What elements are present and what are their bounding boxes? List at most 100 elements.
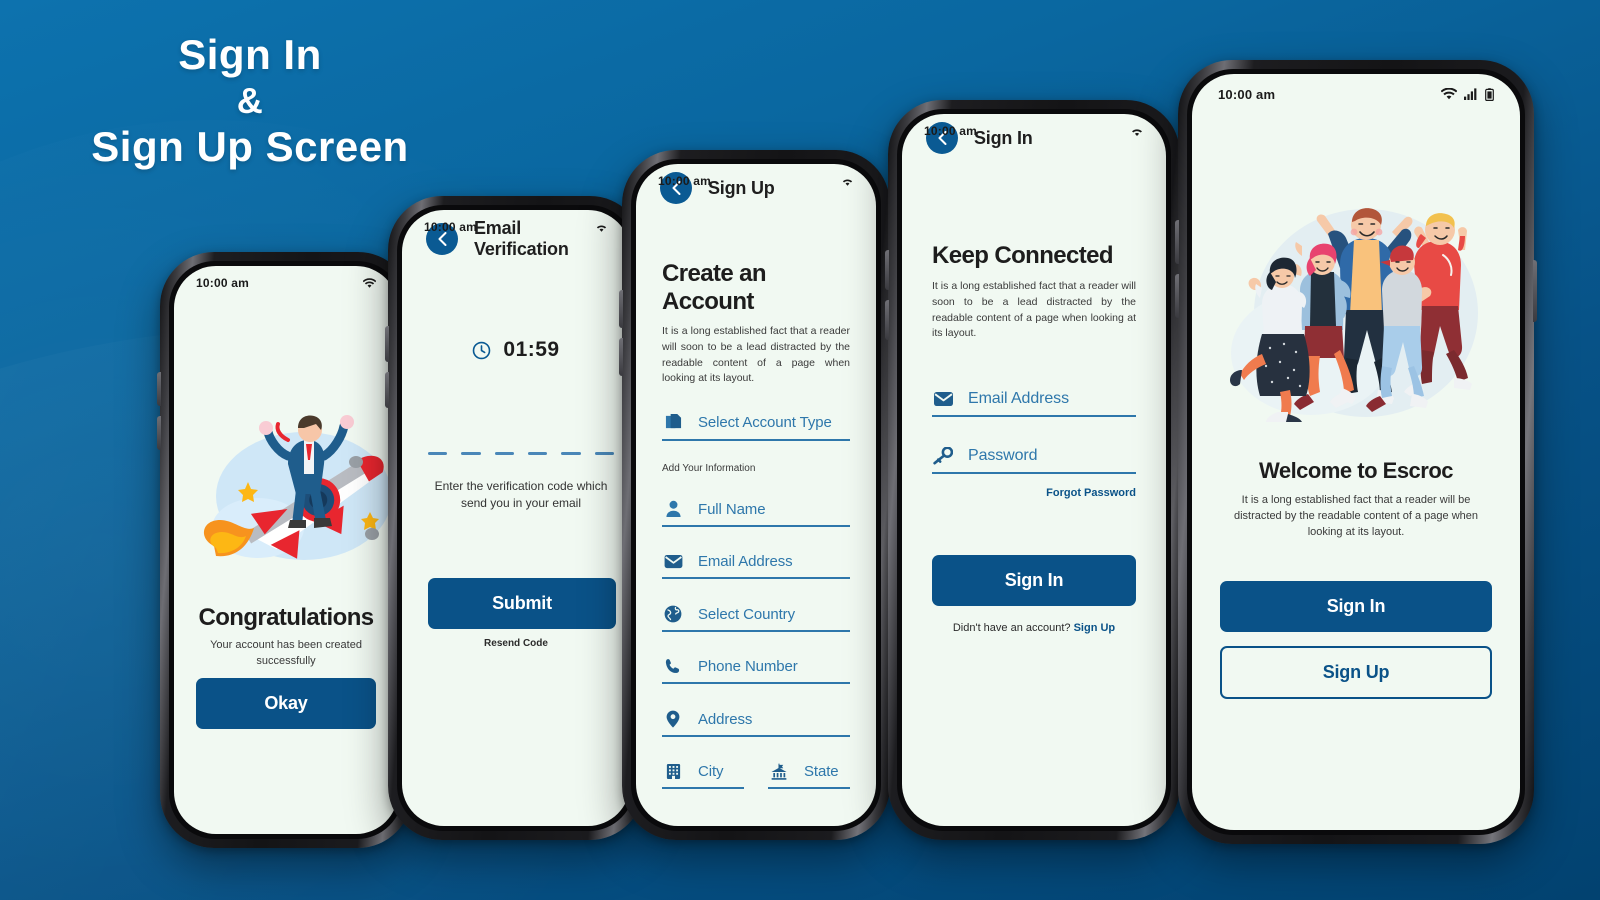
countdown-timer: 01:59 [402,338,630,362]
power-button[interactable] [1533,260,1537,322]
volume-down-button[interactable] [1175,274,1179,318]
screen-welcome: 10:00 am Welcome to Escroc It is a long … [1192,74,1520,830]
wifi-icon [842,179,853,186]
email-address-field[interactable]: Email Address [662,553,850,579]
otp-hint-text: Enter the verification code which send y… [434,479,608,511]
envelope-icon [662,554,684,569]
volume-down-button[interactable] [157,416,161,450]
password-field[interactable]: Password [932,447,1136,474]
phone-mockup-congratulations: 10:00 am Congratulations Your account ha… [157,252,412,848]
status-bar-time: 10:00 am [924,124,977,138]
key-icon [932,447,954,465]
volume-button[interactable] [157,372,161,406]
volume-down-button[interactable] [885,300,889,340]
wifi-icon [363,277,376,288]
document-icon [662,413,684,432]
welcome-sign-up-button[interactable]: Sign Up [1220,645,1492,699]
phone-icon [662,658,684,675]
status-bar-icons [1441,87,1494,101]
sign-in-button[interactable]: Sign In [932,555,1136,606]
phone-mockup-sign-up: 10:00 am Sign Up Create an Account It is… [619,150,890,840]
page-title-line-2: & [236,79,264,121]
status-bar-icons [595,222,608,233]
city-field[interactable]: City [662,763,744,789]
okay-button-wrapper: Okay [196,678,376,729]
rocket-illustration [203,415,392,560]
email-address-field[interactable]: Email Address [932,390,1136,417]
sign-up-link[interactable]: Sign Up [1074,622,1116,634]
status-bar: 10:00 am [902,114,1166,148]
okay-button[interactable]: Okay [196,678,376,729]
battery-icon [1485,87,1494,101]
otp-cell-3[interactable] [494,452,514,455]
address-field[interactable]: Address [662,710,850,737]
volume-button[interactable] [885,250,889,290]
select-account-type-field[interactable]: Select Account Type [662,413,850,441]
status-bar-time: 10:00 am [196,276,249,290]
phone-bezel: 10:00 am [169,261,403,839]
address-label: Address [698,710,753,728]
page-title: Sign In & Sign Up Screen [60,30,440,172]
email-address-label: Email Address [968,390,1069,407]
people-celebrating-illustration [1230,208,1478,422]
otp-cell-5[interactable] [561,452,581,455]
page-title-line-3: Sign Up Screen [91,123,409,171]
congratulations-title: Congratulations [198,604,375,631]
otp-cell-6[interactable] [594,452,614,455]
state-field[interactable]: State [768,763,850,789]
status-bar: 10:00 am [174,266,398,300]
status-bar-time: 10:00 am [1218,86,1276,102]
timer-value: 01:59 [503,338,560,361]
wifi-icon [1132,128,1142,136]
phone-number-field[interactable]: Phone Number [662,658,850,684]
volume-button[interactable] [619,290,623,328]
sign-in-heading: Keep Connected [932,242,1114,269]
screen-email-verification: 10:00 am Email Verification 01:59 Enter … [402,210,630,826]
phone-bezel: 10:00 am [1187,69,1525,835]
phone-mockup-email-verification: 10:00 am Email Verification 01:59 Enter … [385,196,644,840]
add-information-label: Add Your Information [662,463,756,474]
state-label: State [804,763,839,780]
clock-icon [473,341,491,359]
sign-up-field-list: Select Account Type Add Your Information… [662,413,850,789]
city-state-row: City State [662,737,850,789]
sign-in-description: It is a long established fact that a rea… [932,280,1136,340]
email-address-label: Email Address [698,553,793,570]
phone-bezel: 10:00 am Sign In Keep Connected It is a … [897,109,1171,831]
sign-up-heading: Create an Account [662,260,767,315]
phone-bezel: 10:00 am Email Verification 01:59 Enter … [397,205,635,831]
submit-button[interactable]: Submit [428,578,616,629]
status-bar-time: 10:00 am [658,174,711,188]
full-name-field[interactable]: Full Name [662,500,850,527]
sign-up-prompt: Didn't have an account? Sign Up [932,622,1136,634]
phone-number-label: Phone Number [698,658,798,675]
sign-up-description: It is a long established fact that a rea… [662,325,850,385]
volume-button[interactable] [1175,220,1179,264]
wifi-icon [596,225,607,232]
forgot-password-link[interactable]: Forgot Password [932,487,1136,499]
otp-input-group[interactable] [428,452,614,455]
otp-cell-4[interactable] [527,452,548,455]
map-pin-icon [662,710,684,728]
page-title-line-1: Sign In [178,31,322,78]
status-bar-icons [841,176,854,187]
person-icon [662,500,684,518]
building-icon [662,763,684,780]
status-bar: 10:00 am [402,210,630,244]
wifi-icon [1441,88,1457,100]
otp-cell-1[interactable] [428,452,448,455]
screen-congratulations: 10:00 am Congratulations Your account ha… [174,266,398,834]
select-country-field[interactable]: Select Country [662,605,850,632]
welcome-title: Welcome to Escroc [1258,458,1454,483]
select-country-label: Select Country [698,605,795,623]
cellular-signal-icon [1464,88,1477,100]
resend-code-link[interactable]: Resend Code [402,638,630,649]
volume-down-button[interactable] [619,338,623,376]
otp-cell-2[interactable] [461,452,481,455]
phone-mockup-welcome: 10:00 am Welcome to Escroc It is a long … [1175,60,1537,844]
envelope-icon [932,391,954,407]
volume-down-button[interactable] [385,372,389,408]
volume-button[interactable] [385,326,389,362]
welcome-sign-in-button[interactable]: Sign In [1220,580,1492,632]
bank-icon [768,763,790,780]
